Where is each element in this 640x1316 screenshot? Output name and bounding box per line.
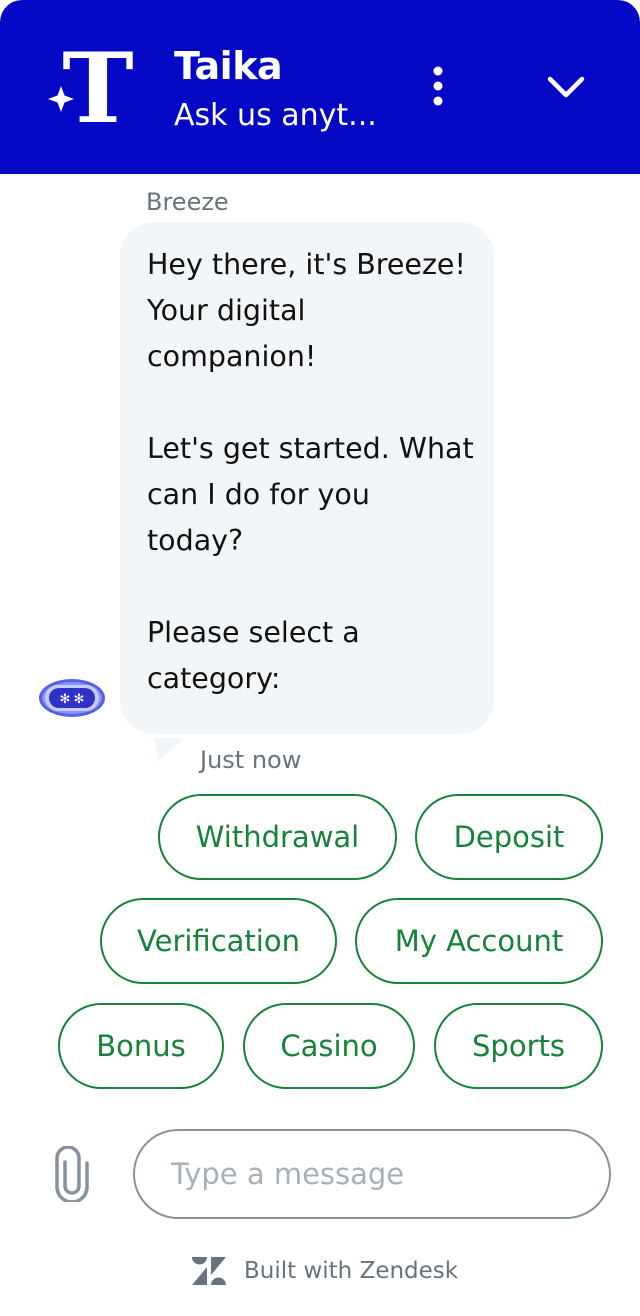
bubble-tail	[154, 738, 184, 762]
quick-reply-withdrawal[interactable]: Withdrawal	[158, 794, 397, 880]
svg-text:✻: ✻	[60, 692, 71, 707]
message-input[interactable]	[133, 1129, 611, 1219]
taika-logo-icon: T	[48, 44, 134, 134]
message-timestamp: Just now	[200, 746, 302, 774]
chat-title: Taika	[174, 44, 283, 88]
quick-reply-sports[interactable]: Sports	[434, 1003, 603, 1089]
more-options-button[interactable]	[416, 60, 460, 112]
chat-widget: T Taika Ask us anyt... Breeze Hey there,…	[0, 0, 640, 1316]
svg-text:✻: ✻	[74, 692, 85, 707]
quick-reply-casino[interactable]: Casino	[243, 1003, 415, 1089]
chevron-down-icon	[547, 76, 585, 98]
more-vertical-icon	[433, 66, 443, 106]
message-sender-name: Breeze	[146, 188, 229, 216]
quick-reply-verification[interactable]: Verification	[100, 898, 337, 984]
built-with-zendesk-link[interactable]: Built with Zendesk	[192, 1254, 458, 1288]
quick-reply-deposit[interactable]: Deposit	[415, 794, 603, 880]
chat-subtitle: Ask us anyt...	[174, 98, 377, 133]
chat-header: T Taika Ask us anyt...	[0, 0, 640, 174]
attach-file-button[interactable]	[52, 1145, 92, 1204]
collapse-chat-button[interactable]	[540, 62, 592, 112]
message-text: Hey there, it's Breeze! Your digital com…	[147, 248, 474, 695]
quick-reply-my-account[interactable]: My Account	[355, 898, 603, 984]
quick-reply-bonus[interactable]: Bonus	[58, 1003, 224, 1089]
zendesk-logo-icon	[192, 1257, 226, 1285]
robot-avatar-icon: ✻ ✻	[39, 679, 105, 717]
paperclip-icon	[55, 1145, 89, 1204]
svg-text:T: T	[62, 44, 133, 134]
footer-text: Built with Zendesk	[244, 1258, 459, 1284]
message-bubble: Hey there, it's Breeze! Your digital com…	[120, 222, 494, 734]
